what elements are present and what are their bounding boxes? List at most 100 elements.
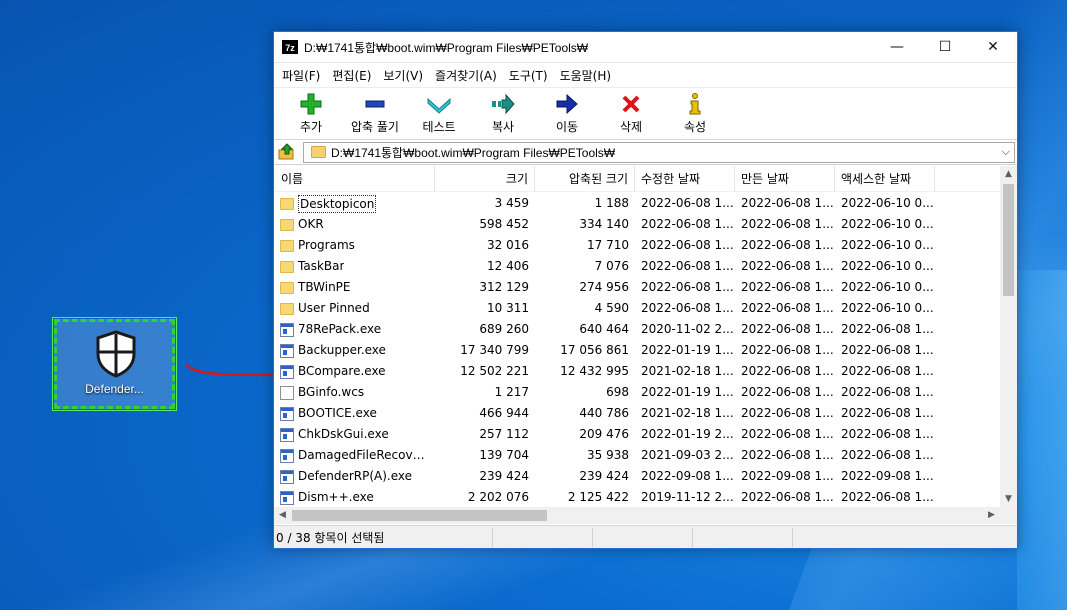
column-header-accessed[interactable]: 액세스한 날짜 [835, 165, 935, 192]
delete-button[interactable]: 삭제 [599, 88, 663, 138]
file-modified: 2022-06-08 1... [641, 238, 734, 252]
file-name-cell: BGinfo.wcs [274, 382, 435, 403]
table-row[interactable]: BGinfo.wcs 1 217 698 2022-01-19 1... 2022-06… [274, 382, 998, 403]
file-size: 10 311 [487, 301, 529, 315]
copy-button[interactable]: 복사 [471, 88, 535, 138]
scroll-down-arrow-icon[interactable]: ▼ [1000, 491, 1017, 508]
menu-edit[interactable]: 편집(E) [328, 67, 375, 84]
file-name-cell: Desktopicon [274, 193, 435, 214]
vertical-scrollbar[interactable]: ▲ ▼ [1000, 166, 1017, 508]
table-row[interactable]: BOOTICE.exe 466 944 440 786 2021-02-18 1...… [274, 403, 998, 424]
move-button[interactable]: 이동 [535, 88, 599, 138]
file-packed-size: 35 938 [587, 448, 629, 462]
file-name: TBWinPE [298, 280, 351, 294]
move-label: 이동 [555, 120, 579, 134]
file-size: 12 406 [487, 259, 529, 273]
scroll-left-arrow-icon[interactable]: ◀ [274, 507, 291, 524]
properties-button[interactable]: 속성 [663, 88, 727, 138]
close-button[interactable]: ✕ [969, 32, 1017, 62]
desktop-icon-defender[interactable]: Defender... [52, 317, 177, 411]
file-name: BOOTICE.exe [298, 406, 377, 420]
table-row[interactable]: ChkDskGui.exe 257 112 209 476 2022-01-19 2.… [274, 424, 998, 445]
file-accessed: 2022-06-10 0... [841, 196, 934, 210]
file-size: 1 217 [494, 385, 529, 399]
column-headers: 이름 크기 압축된 크기 수정한 날짜 만든 날짜 액세스한 날짜 [274, 165, 1017, 192]
file-modified: 2022-09-08 1... [641, 469, 734, 483]
move-arrow-icon [556, 93, 578, 115]
menu-tools[interactable]: 도구(T) [505, 67, 552, 84]
file-name: DamagedFileRecove... [298, 448, 429, 462]
vertical-scroll-thumb[interactable] [1003, 184, 1014, 296]
file-packed-size: 209 476 [579, 427, 629, 441]
address-input[interactable]: D:₩1741통합₩boot.wim₩Program Files₩PETools… [303, 141, 1015, 163]
table-row[interactable]: Desktopicon 3 459 1 188 2022-06-08 1... 2022… [274, 193, 998, 214]
column-header-name[interactable]: 이름 [274, 165, 435, 192]
table-row[interactable]: Backupper.exe 17 340 799 17 056 861 2022-01… [274, 340, 998, 361]
delete-x-icon [622, 95, 640, 113]
table-row[interactable]: DamagedFileRecove... 139 704 35 938 2021-09… [274, 445, 998, 466]
table-row[interactable]: TBWinPE 312 129 274 956 2022-06-08 1... 2022… [274, 277, 998, 298]
horizontal-scroll-thumb[interactable] [292, 510, 547, 521]
test-label: 테스트 [422, 120, 456, 134]
table-row[interactable]: User Pinned 10 311 4 590 2022-06-08 1... 202… [274, 298, 998, 319]
file-name: DefenderRP(A).exe [298, 469, 413, 483]
chevron-down-icon[interactable]: ⌵ [1002, 145, 1010, 159]
scroll-right-arrow-icon[interactable]: ▶ [983, 507, 1000, 524]
file-created: 2022-06-08 1... [741, 490, 834, 504]
file-modified: 2022-06-08 1... [641, 196, 734, 210]
file-size: 689 260 [479, 322, 529, 336]
file-accessed: 2022-06-08 1... [841, 322, 934, 336]
file-size: 598 452 [479, 217, 529, 231]
table-row[interactable]: DefenderRP(A).exe 239 424 239 424 2022-09-0… [274, 466, 998, 487]
extract-button[interactable]: 압축 풀기 [343, 88, 407, 138]
file-packed-size: 12 432 995 [560, 364, 629, 378]
status-cell-packed [593, 527, 693, 547]
copy-arrow-icon [492, 93, 515, 115]
minimize-button[interactable]: — [873, 32, 921, 62]
file-name-cell: BCompare.exe [274, 361, 435, 382]
file-name-cell: ChkDskGui.exe [274, 424, 435, 445]
file-name-cell: TBWinPE [274, 277, 435, 298]
file-size: 32 016 [487, 238, 529, 252]
file-name-cell: 78RePack.exe [274, 319, 435, 340]
file-modified: 2022-06-08 1... [641, 301, 734, 315]
menu-view[interactable]: 보기(V) [379, 67, 427, 84]
maximize-button[interactable]: ☐ [921, 32, 969, 62]
folder-icon [311, 146, 326, 158]
file-packed-size: 640 464 [579, 322, 629, 336]
table-row[interactable]: Dism++.exe 2 202 076 2 125 422 2019-11-12 2… [274, 487, 998, 508]
table-row[interactable]: OKR 598 452 334 140 2022-06-08 1... 2022-06-… [274, 214, 998, 235]
horizontal-scrollbar[interactable]: ◀ ▶ [274, 507, 1000, 524]
file-name-cell: TaskBar [274, 256, 435, 277]
parent-folder-button[interactable] [277, 142, 297, 162]
file-packed-size: 334 140 [579, 217, 629, 231]
file-icon [280, 385, 294, 400]
column-header-size[interactable]: 크기 [435, 165, 535, 192]
file-modified: 2022-06-08 1... [641, 280, 734, 294]
exe-file-icon [280, 490, 294, 505]
file-accessed: 2022-06-08 1... [841, 364, 934, 378]
scroll-up-arrow-icon[interactable]: ▲ [1000, 166, 1017, 183]
status-cell-size [493, 527, 593, 547]
menu-favorites[interactable]: 즐겨찾기(A) [431, 67, 501, 84]
window-title: D:₩1741통합₩boot.wim₩Program Files₩PETools… [304, 40, 589, 55]
add-button[interactable]: 추가 [279, 88, 343, 138]
test-button[interactable]: 테스트 [407, 88, 471, 138]
exe-file-icon [280, 427, 294, 442]
menu-file[interactable]: 파일(F) [278, 67, 324, 84]
table-row[interactable]: Programs 32 016 17 710 2022-06-08 1... 2022-… [274, 235, 998, 256]
file-modified: 2019-11-12 2... [641, 490, 734, 504]
file-name-cell: BOOTICE.exe [274, 403, 435, 424]
table-row[interactable]: BCompare.exe 12 502 221 12 432 995 2021-02-… [274, 361, 998, 382]
column-header-packed-size[interactable]: 압축된 크기 [535, 165, 635, 192]
title-bar[interactable]: 7z D:₩1741통합₩boot.wim₩Program Files₩PETo… [274, 32, 1017, 63]
table-row[interactable]: 78RePack.exe 689 260 640 464 2020-11-02 2..… [274, 319, 998, 340]
column-header-created[interactable]: 만든 날짜 [735, 165, 835, 192]
column-header-modified[interactable]: 수정한 날짜 [635, 165, 735, 192]
menu-help[interactable]: 도움말(H) [556, 67, 616, 84]
file-name: Dism++.exe [298, 490, 374, 504]
file-size: 12 502 221 [460, 364, 529, 378]
table-row[interactable]: TaskBar 12 406 7 076 2022-06-08 1... 2022-06… [274, 256, 998, 277]
file-created: 2022-06-08 1... [741, 301, 834, 315]
file-packed-size: 17 056 861 [560, 343, 629, 357]
